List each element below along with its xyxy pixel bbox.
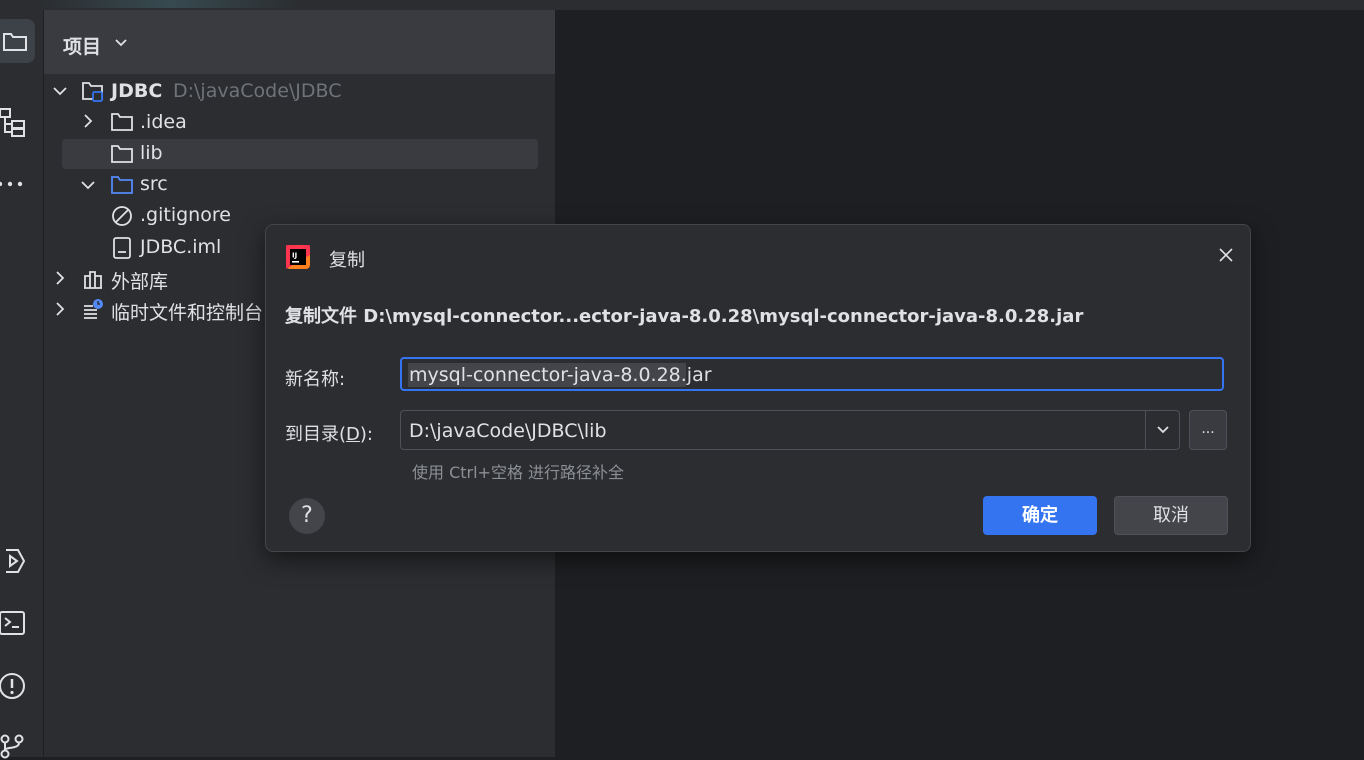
git-tool-button[interactable]	[0, 730, 27, 760]
project-panel-title[interactable]: 项目	[63, 32, 101, 59]
tool-window-strip	[0, 10, 44, 760]
tree-item-idea[interactable]: .idea	[44, 108, 555, 138]
title-bar-highlight	[40, 0, 300, 8]
target-directory-label: 到目录(D):	[285, 420, 373, 446]
source-folder-icon	[111, 176, 133, 194]
library-icon	[84, 271, 102, 289]
terminal-tool-button[interactable]	[0, 608, 27, 638]
tree-item-label: .idea	[140, 111, 187, 133]
tree-item-label: JDBC	[111, 80, 163, 102]
new-name-selected-text: mysql-connector-java-8.0.28	[409, 364, 681, 386]
more-tools-button[interactable]	[0, 169, 26, 199]
target-directory-combo[interactable]: D:\javaCode\JDBC\lib	[400, 410, 1180, 450]
dialog-heading: 复制文件 D:\mysql-connector...ector-java-8.0…	[285, 306, 1084, 327]
tree-item-lib[interactable]: lib	[44, 139, 555, 169]
folder-icon	[111, 145, 133, 163]
tree-item-label: 临时文件和控制台	[111, 302, 264, 324]
problems-icon	[0, 673, 25, 699]
chevron-down-icon[interactable]	[53, 84, 67, 98]
new-name-input[interactable]: mysql-connector-java-8.0.28.jar	[400, 357, 1224, 391]
chevron-down-icon[interactable]	[81, 178, 95, 192]
ok-button[interactable]: 确定	[983, 496, 1097, 535]
tree-item-label: 外部库	[111, 271, 169, 293]
folder-icon	[2, 33, 27, 51]
intellij-logo-icon: IJ	[286, 245, 310, 269]
run-services-icon	[6, 549, 26, 573]
tree-item-label: lib	[140, 142, 163, 164]
scratch-icon	[84, 299, 103, 319]
target-directory-value[interactable]: D:\javaCode\JDBC\lib	[409, 420, 607, 442]
label-part: 到目录(	[285, 424, 347, 445]
tree-item-label: src	[140, 173, 168, 195]
dialog-title: 复制	[329, 250, 365, 271]
structure-tool-button[interactable]	[0, 107, 27, 137]
ignore-file-icon	[112, 206, 132, 226]
new-name-value: mysql-connector-java-8.0.28.jar	[409, 364, 712, 386]
svg-text:IJ: IJ	[292, 252, 297, 260]
new-name-extension-text: .jar	[680, 364, 712, 386]
new-name-label: 新名称:	[285, 369, 346, 390]
terminal-icon	[0, 611, 25, 635]
problems-tool-button[interactable]	[0, 671, 27, 701]
label-part: ):	[359, 424, 373, 445]
more-icon	[0, 181, 23, 187]
tree-item-src[interactable]: src	[44, 170, 555, 200]
git-branch-icon	[0, 734, 24, 759]
help-button[interactable]: ?	[289, 498, 325, 534]
directory-dropdown-button[interactable]	[1146, 411, 1180, 449]
structure-icon	[0, 108, 25, 137]
project-panel-header[interactable]: 项目	[44, 10, 555, 74]
tree-item-path: D:\javaCode\JDBC	[173, 80, 342, 102]
tree-item-label: .gitignore	[140, 204, 231, 226]
folder-icon	[111, 113, 133, 131]
tree-item-jdbc[interactable]: JDBC D:\javaCode\JDBC	[44, 76, 555, 106]
cancel-button[interactable]: 取消	[1114, 496, 1228, 535]
chevron-down-icon	[1157, 426, 1169, 434]
browse-button[interactable]: ...	[1189, 410, 1227, 450]
chevron-right-icon[interactable]	[53, 302, 67, 316]
chevron-right-icon[interactable]	[81, 114, 95, 128]
path-completion-hint: 使用 Ctrl+空格 进行路径补全	[412, 463, 625, 482]
close-icon[interactable]	[1216, 245, 1236, 265]
tree-item-label: JDBC.iml	[140, 236, 222, 258]
chevron-right-icon[interactable]	[53, 271, 67, 285]
chevron-down-icon[interactable]	[114, 36, 128, 50]
title-bar	[0, 0, 1364, 10]
copy-dialog: IJ 复制 复制文件 D:\mysql-connector...ector-ja…	[265, 224, 1251, 552]
project-tool-button[interactable]	[0, 19, 35, 63]
mnemonic-char: D	[346, 424, 360, 445]
module-folder-icon	[82, 82, 103, 102]
services-tool-button[interactable]	[0, 546, 27, 576]
iml-file-icon	[113, 237, 131, 259]
